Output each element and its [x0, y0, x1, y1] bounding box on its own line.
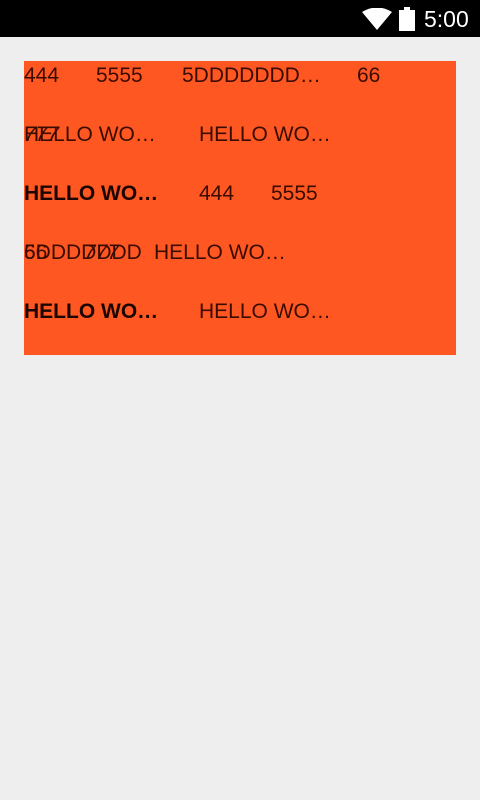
status-clock: 5:00: [424, 6, 469, 32]
grid-cell: 777: [84, 241, 120, 264]
grid-cell: HELLO WORLD: [24, 123, 160, 146]
wifi-icon: [362, 8, 392, 30]
status-bar: 5:00: [0, 0, 480, 37]
grid-cell: 66: [357, 64, 381, 87]
battery-icon: [399, 7, 415, 31]
grid-cell: HELLO WORLD: [154, 241, 290, 264]
grid-cell: 444: [24, 64, 60, 87]
grid-cell: 5555: [271, 182, 318, 205]
text-grid-panel: 444 5555 5DDDDDDDDDDDD 66 777 HELLO WORL…: [24, 61, 456, 355]
grid-cell: HELLO WORLD: [199, 300, 335, 323]
grid-cell: HELLO WORLD: [24, 182, 160, 205]
grid-cell: 5555: [96, 64, 143, 87]
grid-cell: 5DDDDDDDDDDDD: [182, 64, 325, 87]
grid-cell: 444: [199, 182, 235, 205]
grid-cell: HELLO WORLD: [24, 300, 160, 323]
grid-cell: HELLO WORLD: [199, 123, 335, 146]
grid-cell: 66: [24, 241, 48, 264]
